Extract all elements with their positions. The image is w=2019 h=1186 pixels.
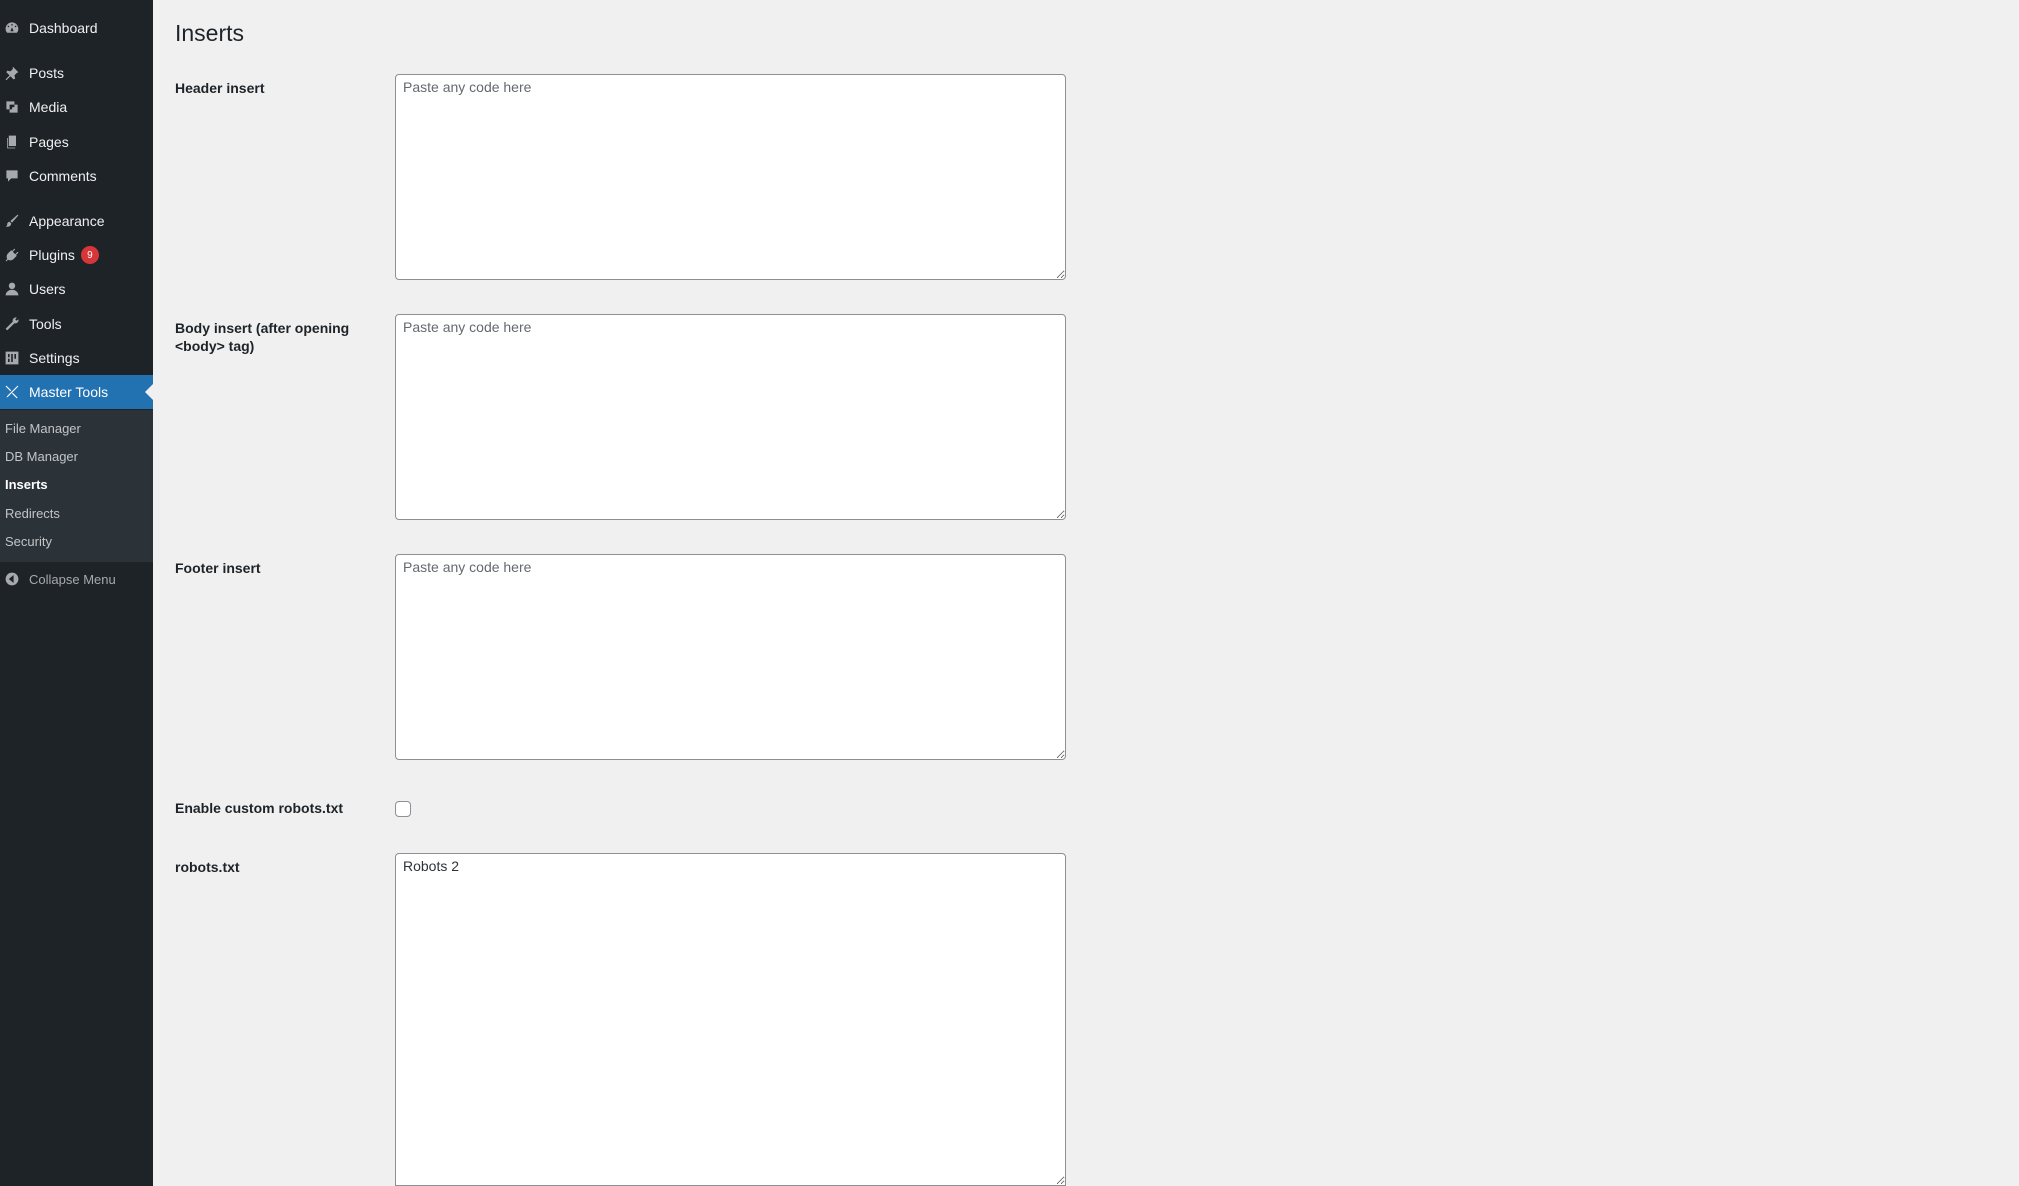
menu-label-plugins: Plugins — [29, 247, 75, 263]
menu-item-users[interactable]: Users — [0, 272, 153, 306]
tools-cross-icon — [3, 383, 21, 401]
user-icon — [3, 280, 21, 298]
robots-txt-label: robots.txt — [175, 859, 240, 875]
menu-item-pages[interactable]: Pages — [0, 125, 153, 159]
admin-sidebar: Dashboard Posts Media Pages Comments App… — [0, 0, 153, 1186]
enable-robots-label: Enable custom robots.txt — [175, 800, 344, 816]
menu-label-settings: Settings — [29, 350, 80, 366]
body-insert-textarea[interactable] — [395, 314, 1066, 520]
menu-item-appearance[interactable]: Appearance — [0, 204, 153, 238]
plugin-icon — [3, 246, 21, 264]
menu-label-tools: Tools — [29, 316, 62, 332]
menu-label-pages: Pages — [29, 134, 69, 150]
header-insert-textarea[interactable] — [395, 74, 1066, 280]
pin-icon — [3, 64, 21, 82]
menu-item-plugins[interactable]: Plugins 9 — [0, 238, 153, 272]
menu-item-master-tools[interactable]: Master Tools — [0, 375, 153, 409]
menu-label-comments: Comments — [29, 168, 97, 184]
comment-icon — [3, 167, 21, 185]
body-insert-label: Body insert (after opening <body> tag) — [175, 320, 350, 354]
menu-item-settings[interactable]: Settings — [0, 341, 153, 375]
page-title: Inserts — [175, 20, 245, 46]
media-icon — [3, 98, 21, 116]
footer-insert-label: Footer insert — [175, 560, 261, 576]
header-insert-label: Header insert — [175, 80, 265, 96]
dashboard-icon — [3, 19, 21, 37]
master-tools-submenu: File Manager DB Manager Inserts Redirect… — [0, 410, 153, 562]
menu-label-users: Users — [29, 281, 66, 297]
submenu-security[interactable]: Security — [5, 531, 52, 553]
menu-label-master-tools: Master Tools — [29, 384, 109, 400]
brush-icon — [3, 212, 21, 230]
submenu-file-manager[interactable]: File Manager — [5, 418, 81, 440]
menu-label-posts: Posts — [29, 65, 65, 81]
submenu-db-manager[interactable]: DB Manager — [5, 446, 78, 468]
menu-item-comments[interactable]: Comments — [0, 159, 153, 193]
menu-item-media[interactable]: Media — [0, 90, 153, 124]
pages-icon — [3, 133, 21, 151]
menu-item-dashboard[interactable]: Dashboard — [0, 11, 153, 45]
submenu-redirects[interactable]: Redirects — [5, 503, 60, 525]
menu-label-media: Media — [29, 99, 68, 115]
menu-item-posts[interactable]: Posts — [0, 56, 153, 90]
wrench-icon — [3, 315, 21, 333]
collapse-menu-label: Collapse Menu — [29, 571, 116, 587]
collapse-arrow-icon — [3, 570, 21, 588]
submenu-inserts[interactable]: Inserts — [5, 474, 48, 496]
footer-insert-textarea[interactable] — [395, 554, 1066, 760]
menu-item-tools[interactable]: Tools — [0, 307, 153, 341]
enable-robots-checkbox[interactable] — [395, 801, 411, 817]
plugins-update-badge: 9 — [80, 246, 99, 264]
robots-txt-textarea[interactable]: Robots 2 — [395, 853, 1066, 1186]
menu-label-appearance: Appearance — [29, 213, 105, 229]
settings-icon — [3, 349, 21, 367]
collapse-menu-button[interactable]: Collapse Menu — [0, 568, 153, 590]
menu-label-dashboard: Dashboard — [29, 20, 98, 36]
